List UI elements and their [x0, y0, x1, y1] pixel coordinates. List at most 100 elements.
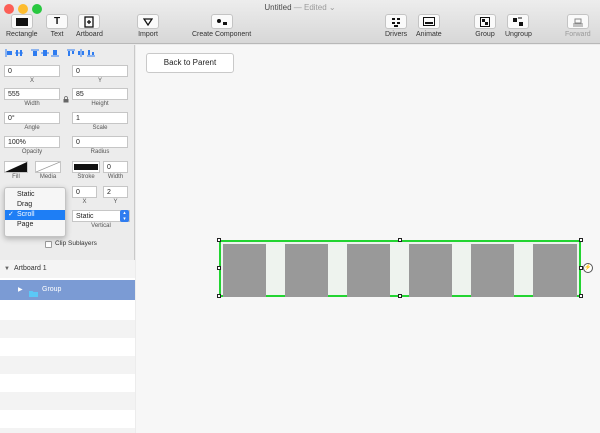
- resize-handle-bottom-left[interactable]: [217, 294, 221, 298]
- media-swatch[interactable]: [35, 161, 61, 173]
- vertical-behavior-label: Vertical: [91, 223, 111, 229]
- content-panel[interactable]: [533, 244, 577, 297]
- rectangle-tool[interactable]: Rectangle: [6, 14, 38, 38]
- distribute-group: [66, 48, 96, 58]
- drivers-icon: [385, 14, 408, 29]
- clip-sublayers-checkbox[interactable]: [45, 241, 52, 248]
- resize-handle-bottom-right[interactable]: [579, 294, 583, 298]
- scroll-x-label: X: [82, 199, 87, 205]
- layers-panel: ▼ Artboard 1 ▶ Group: [0, 260, 135, 433]
- drivers-tool[interactable]: Drivers: [385, 14, 407, 38]
- toolbar: Untitled — Edited ⌄ Rectangle T Text Art…: [0, 0, 600, 44]
- x-label: X: [29, 78, 34, 84]
- menu-item-static[interactable]: Static: [5, 190, 65, 200]
- artboard-tool-label: Artboard: [76, 31, 103, 38]
- layer-stripe: [0, 428, 135, 433]
- opacity-field[interactable]: 100%: [4, 136, 60, 148]
- scale-field[interactable]: 1: [72, 112, 128, 124]
- fill-swatch[interactable]: [4, 161, 28, 173]
- radius-label: Radius: [90, 149, 110, 155]
- rectangle-tool-label: Rectangle: [6, 31, 38, 38]
- import-tool[interactable]: Import: [137, 14, 159, 38]
- horizontal-behavior-menu: Static Drag ✓ Scroll Page: [4, 187, 66, 237]
- create-component-tool-label: Create Component: [192, 31, 252, 38]
- back-to-parent-button[interactable]: Back to Parent: [146, 53, 234, 73]
- clip-sublayers-label: Clip Sublayers: [55, 240, 97, 247]
- distribute-horizontal-icon[interactable]: [14, 48, 24, 58]
- width-field[interactable]: 555: [4, 88, 60, 100]
- expanded-disclosure-icon[interactable]: ▼: [4, 260, 10, 278]
- drivers-tool-label: Drivers: [385, 31, 408, 38]
- text-tool-label: Text: [50, 31, 64, 38]
- forward-tool-label: Forward: [565, 31, 591, 38]
- media-label: Media: [39, 174, 57, 180]
- stroke-swatch[interactable]: [72, 161, 100, 173]
- ungroup-tool[interactable]: Ungroup: [505, 14, 532, 38]
- layer-stripe: [0, 320, 135, 338]
- menu-item-drag[interactable]: Drag: [5, 200, 65, 210]
- menu-item-scroll-label: Scroll: [17, 211, 35, 218]
- stroke-width-label: Width: [107, 174, 124, 180]
- group-tool[interactable]: Group: [474, 14, 496, 38]
- align-top-icon[interactable]: [30, 48, 40, 58]
- width-label: Width: [24, 101, 40, 107]
- angle-field[interactable]: 0°: [4, 112, 60, 124]
- scroll-group-frame[interactable]: [219, 240, 581, 297]
- angle-label: Angle: [24, 125, 40, 131]
- content-panel[interactable]: [347, 244, 390, 297]
- scroll-x-field[interactable]: 0: [72, 186, 97, 198]
- layer-stripe: [0, 356, 135, 374]
- align-middle-icon[interactable]: [40, 48, 50, 58]
- resize-handle-left[interactable]: [217, 266, 221, 270]
- resize-handle-top-right[interactable]: [579, 238, 583, 242]
- distribute-top-icon[interactable]: [66, 48, 76, 58]
- x-field[interactable]: 0: [4, 65, 60, 77]
- text-icon: T: [46, 14, 68, 29]
- ungroup-icon: [507, 14, 530, 29]
- vertical-align-group: [30, 48, 60, 58]
- y-field[interactable]: 0: [72, 65, 128, 77]
- distribute-center-icon[interactable]: [76, 48, 86, 58]
- height-field[interactable]: 85: [72, 88, 128, 100]
- resize-handle-top[interactable]: [398, 238, 402, 242]
- scroll-y-field[interactable]: 2: [103, 186, 128, 198]
- fill-label: Fill: [12, 174, 20, 180]
- stroke-width-field[interactable]: 0: [103, 161, 128, 173]
- vertical-behavior-select[interactable]: Static ▴ ▾: [72, 210, 130, 222]
- content-panel[interactable]: [471, 244, 514, 297]
- select-chevron-icon: ▴ ▾: [120, 210, 129, 222]
- component-icon: [210, 14, 233, 29]
- distribute-bottom-icon[interactable]: [86, 48, 96, 58]
- y-label: Y: [97, 78, 102, 84]
- create-component-tool[interactable]: Create Component: [192, 14, 251, 38]
- align-left-icon[interactable]: [4, 48, 14, 58]
- alignment-toolbar: [4, 48, 102, 58]
- resize-handle-top-left[interactable]: [217, 238, 221, 242]
- content-panel[interactable]: [285, 244, 328, 297]
- menu-item-page[interactable]: Page: [5, 220, 65, 230]
- radius-field[interactable]: 0: [72, 136, 128, 148]
- forward-tool[interactable]: Forward: [565, 14, 591, 38]
- lock-aspect-icon[interactable]: [63, 90, 69, 108]
- import-tool-label: Import: [138, 31, 158, 38]
- forward-icon: [566, 14, 589, 29]
- layer-group-label: Group: [42, 286, 62, 293]
- resize-handle-bottom[interactable]: [398, 294, 402, 298]
- height-label: Height: [91, 101, 109, 107]
- group-icon: [474, 14, 496, 29]
- content-panel[interactable]: [223, 244, 266, 297]
- window-title: Untitled — Edited ⌄: [0, 3, 600, 12]
- menu-item-scroll[interactable]: ✓ Scroll: [5, 210, 65, 220]
- layer-row-artboard[interactable]: ▼ Artboard 1: [0, 260, 135, 278]
- scroll-y-label: Y: [113, 199, 118, 205]
- canvas[interactable]: Back to Parent ⚡: [136, 45, 600, 433]
- animate-tool[interactable]: Animate: [416, 14, 442, 38]
- lightning-icon[interactable]: ⚡: [583, 263, 593, 273]
- collapsed-disclosure-icon[interactable]: ▶: [18, 280, 23, 300]
- window-edited-status: — Edited ⌄: [291, 3, 336, 12]
- text-tool[interactable]: T Text: [46, 14, 68, 38]
- content-panel[interactable]: [409, 244, 452, 297]
- layer-row-group[interactable]: ▶ Group: [0, 280, 135, 300]
- align-bottom-icon[interactable]: [50, 48, 60, 58]
- artboard-tool[interactable]: Artboard: [76, 14, 103, 38]
